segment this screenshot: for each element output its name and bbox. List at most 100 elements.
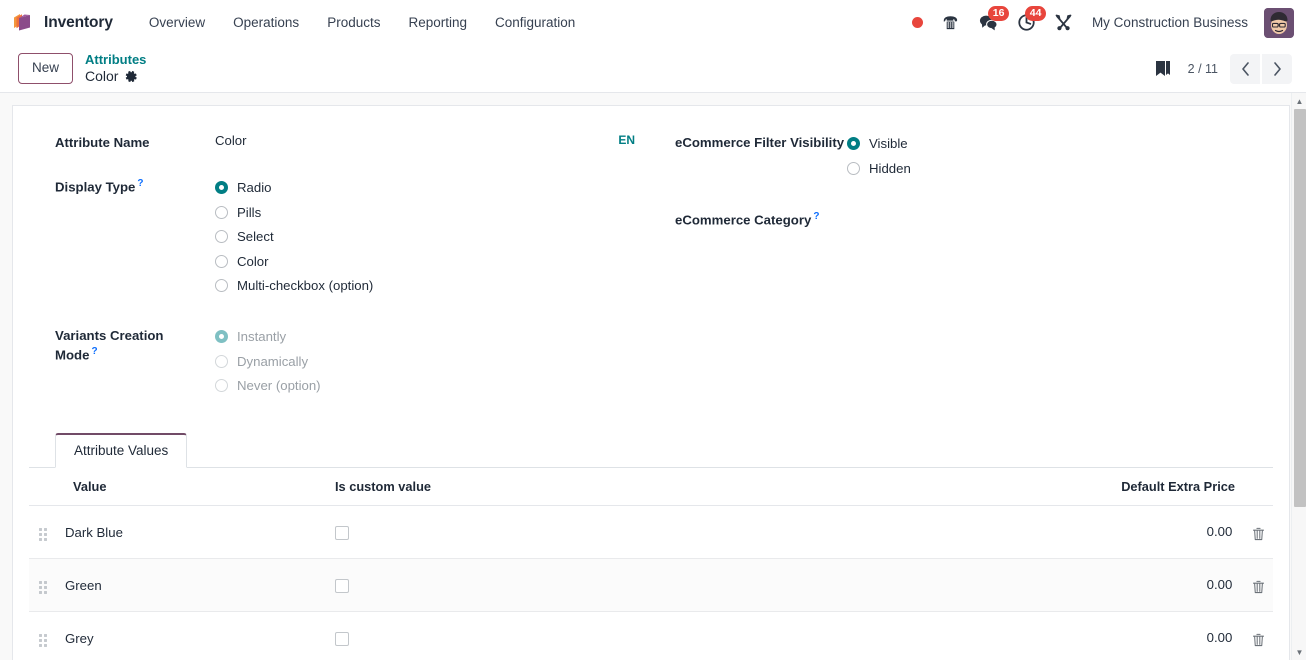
pager-previous-button[interactable]: [1230, 53, 1260, 84]
control-panel-right: 2 / 11: [1144, 53, 1292, 85]
main-menu: Overview Operations Products Reporting C…: [135, 9, 589, 36]
is-custom-value-checkbox[interactable]: [335, 631, 349, 646]
radio-label: Hidden: [869, 160, 911, 176]
record-dot-icon[interactable]: [903, 8, 932, 38]
radio-option-radio[interactable]: Radio: [215, 180, 637, 195]
translate-language-badge[interactable]: EN: [618, 133, 635, 147]
menu-item-reporting[interactable]: Reporting: [394, 9, 481, 36]
tab-attribute-values[interactable]: Attribute Values: [55, 433, 188, 469]
trash-icon[interactable]: [1252, 580, 1265, 594]
radio-option-hidden[interactable]: Hidden: [847, 161, 1273, 176]
radio-label: Visible: [869, 136, 908, 151]
cell-default-extra-price[interactable]: 0.00: [1061, 611, 1273, 660]
bookmark-icon[interactable]: [1144, 53, 1182, 85]
radio-option-dynamically: Dynamically: [215, 354, 637, 369]
menu-item-operations[interactable]: Operations: [219, 9, 313, 36]
scroll-up-arrow[interactable]: ▲: [1292, 93, 1306, 109]
help-tooltip-icon[interactable]: ?: [137, 178, 143, 189]
row-drag-handle-cell: [29, 611, 65, 660]
drag-handle-icon[interactable]: [35, 630, 51, 651]
label-variants-creation-mode: Variants Creation Mode?: [55, 328, 164, 363]
radio-option-color[interactable]: Color: [215, 254, 637, 269]
radio-group-ecommerce-filter-visibility: Visible Hidden: [847, 133, 1273, 176]
radio-label: Instantly: [237, 329, 287, 345]
input-attribute-name[interactable]: Color: [215, 133, 247, 148]
radio-indicator: [215, 230, 228, 244]
user-avatar[interactable]: [1264, 7, 1294, 38]
cell-value[interactable]: Green: [65, 558, 335, 613]
record-title: Color: [85, 67, 119, 84]
breadcrumb-current: Color: [85, 68, 146, 85]
inventory-cube-icon[interactable]: [10, 11, 34, 35]
form-group-left: Attribute Name Color EN Display Type? Ra…: [29, 130, 651, 397]
field-variants-creation-mode: Variants Creation Mode? Instantly Dynami…: [55, 323, 637, 393]
cell-is-custom-value: [335, 611, 1061, 660]
column-header-value: Value: [65, 468, 335, 507]
radio-group-display-type: Radio Pills Select Color Multi-checkbox …: [215, 177, 637, 293]
cell-is-custom-value: [335, 505, 1061, 560]
form-groups: Attribute Name Color EN Display Type? Ra…: [29, 124, 1273, 397]
menu-item-configuration[interactable]: Configuration: [481, 9, 589, 36]
label-attribute-name: Attribute Name: [55, 135, 150, 150]
form-scroll-area: Attribute Name Color EN Display Type? Ra…: [0, 93, 1306, 660]
radio-option-instantly: Instantly: [215, 329, 637, 344]
messaging-menu[interactable]: 16: [969, 5, 1009, 38]
systray: 16 44 My Construction Business: [903, 5, 1294, 38]
table-row[interactable]: Green 0.00: [29, 558, 1273, 613]
row-drag-handle-cell: [29, 505, 65, 560]
radio-label: Color: [237, 253, 269, 269]
tools-crossed-icon[interactable]: [1045, 8, 1082, 38]
activities-counter: 44: [1025, 5, 1046, 21]
column-header-default-extra-price: Default Extra Price: [1061, 468, 1273, 507]
scrollbar-thumb[interactable]: [1293, 109, 1306, 507]
radio-option-multi-checkbox[interactable]: Multi-checkbox (option): [215, 278, 637, 293]
radio-label: Multi-checkbox (option): [237, 278, 374, 294]
column-header-handle: [29, 468, 65, 507]
drag-handle-icon[interactable]: [35, 524, 51, 545]
help-tooltip-icon[interactable]: ?: [813, 211, 819, 222]
activities-menu[interactable]: 44: [1008, 5, 1046, 38]
gear-icon[interactable]: [125, 70, 138, 83]
help-tooltip-icon[interactable]: ?: [91, 346, 97, 357]
app-brand[interactable]: Inventory: [44, 14, 113, 32]
menu-item-overview[interactable]: Overview: [135, 9, 219, 36]
radio-option-visible[interactable]: Visible: [847, 136, 1273, 151]
form-group-right: eCommerce Filter Visibility Visible Hidd…: [651, 130, 1273, 397]
pager-next-button[interactable]: [1262, 53, 1292, 84]
radio-option-never: Never (option): [215, 378, 637, 393]
new-record-button[interactable]: New: [18, 53, 74, 84]
phone-dialpad-icon[interactable]: [932, 8, 969, 38]
breadcrumb-parent-attributes[interactable]: Attributes: [85, 52, 146, 68]
cell-value[interactable]: Dark Blue: [65, 505, 335, 560]
radio-option-select[interactable]: Select: [215, 229, 637, 244]
company-switcher[interactable]: My Construction Business: [1082, 11, 1258, 34]
label-ecommerce-category: eCommerce Category?: [675, 210, 820, 227]
table-row[interactable]: Dark Blue 0.00: [29, 505, 1273, 560]
radio-label: Dynamically: [237, 353, 309, 369]
radio-indicator: [215, 279, 228, 293]
radio-indicator: [215, 254, 228, 268]
scroll-down-arrow[interactable]: ▼: [1292, 644, 1306, 660]
field-display-type: Display Type? Radio Pills Select Color M…: [55, 174, 637, 293]
price-value: 0.00: [1206, 630, 1233, 646]
pager-counter[interactable]: 2 / 11: [1182, 62, 1230, 76]
radio-group-variants-creation-mode: Instantly Dynamically Never (option): [215, 326, 637, 393]
price-value: 0.00: [1206, 524, 1233, 540]
table-row[interactable]: Grey 0.00: [29, 611, 1273, 660]
trash-icon[interactable]: [1252, 633, 1265, 647]
cell-default-extra-price[interactable]: 0.00: [1061, 505, 1273, 560]
is-custom-value-checkbox[interactable]: [335, 525, 349, 540]
drag-handle-icon[interactable]: [35, 577, 51, 598]
radio-indicator: [847, 137, 860, 150]
vertical-scrollbar[interactable]: ▲ ▼: [1291, 93, 1306, 660]
radio-label: Never (option): [237, 378, 321, 394]
attribute-values-table: Value Is custom value Default Extra Pric…: [29, 468, 1273, 660]
is-custom-value-checkbox[interactable]: [335, 578, 349, 593]
radio-option-pills[interactable]: Pills: [215, 205, 637, 220]
radio-indicator: [215, 354, 228, 368]
form-sheet: Attribute Name Color EN Display Type? Ra…: [12, 105, 1290, 660]
cell-value[interactable]: Grey: [65, 611, 335, 660]
cell-default-extra-price[interactable]: 0.00: [1061, 558, 1273, 613]
trash-icon[interactable]: [1252, 527, 1265, 541]
menu-item-products[interactable]: Products: [313, 9, 394, 36]
